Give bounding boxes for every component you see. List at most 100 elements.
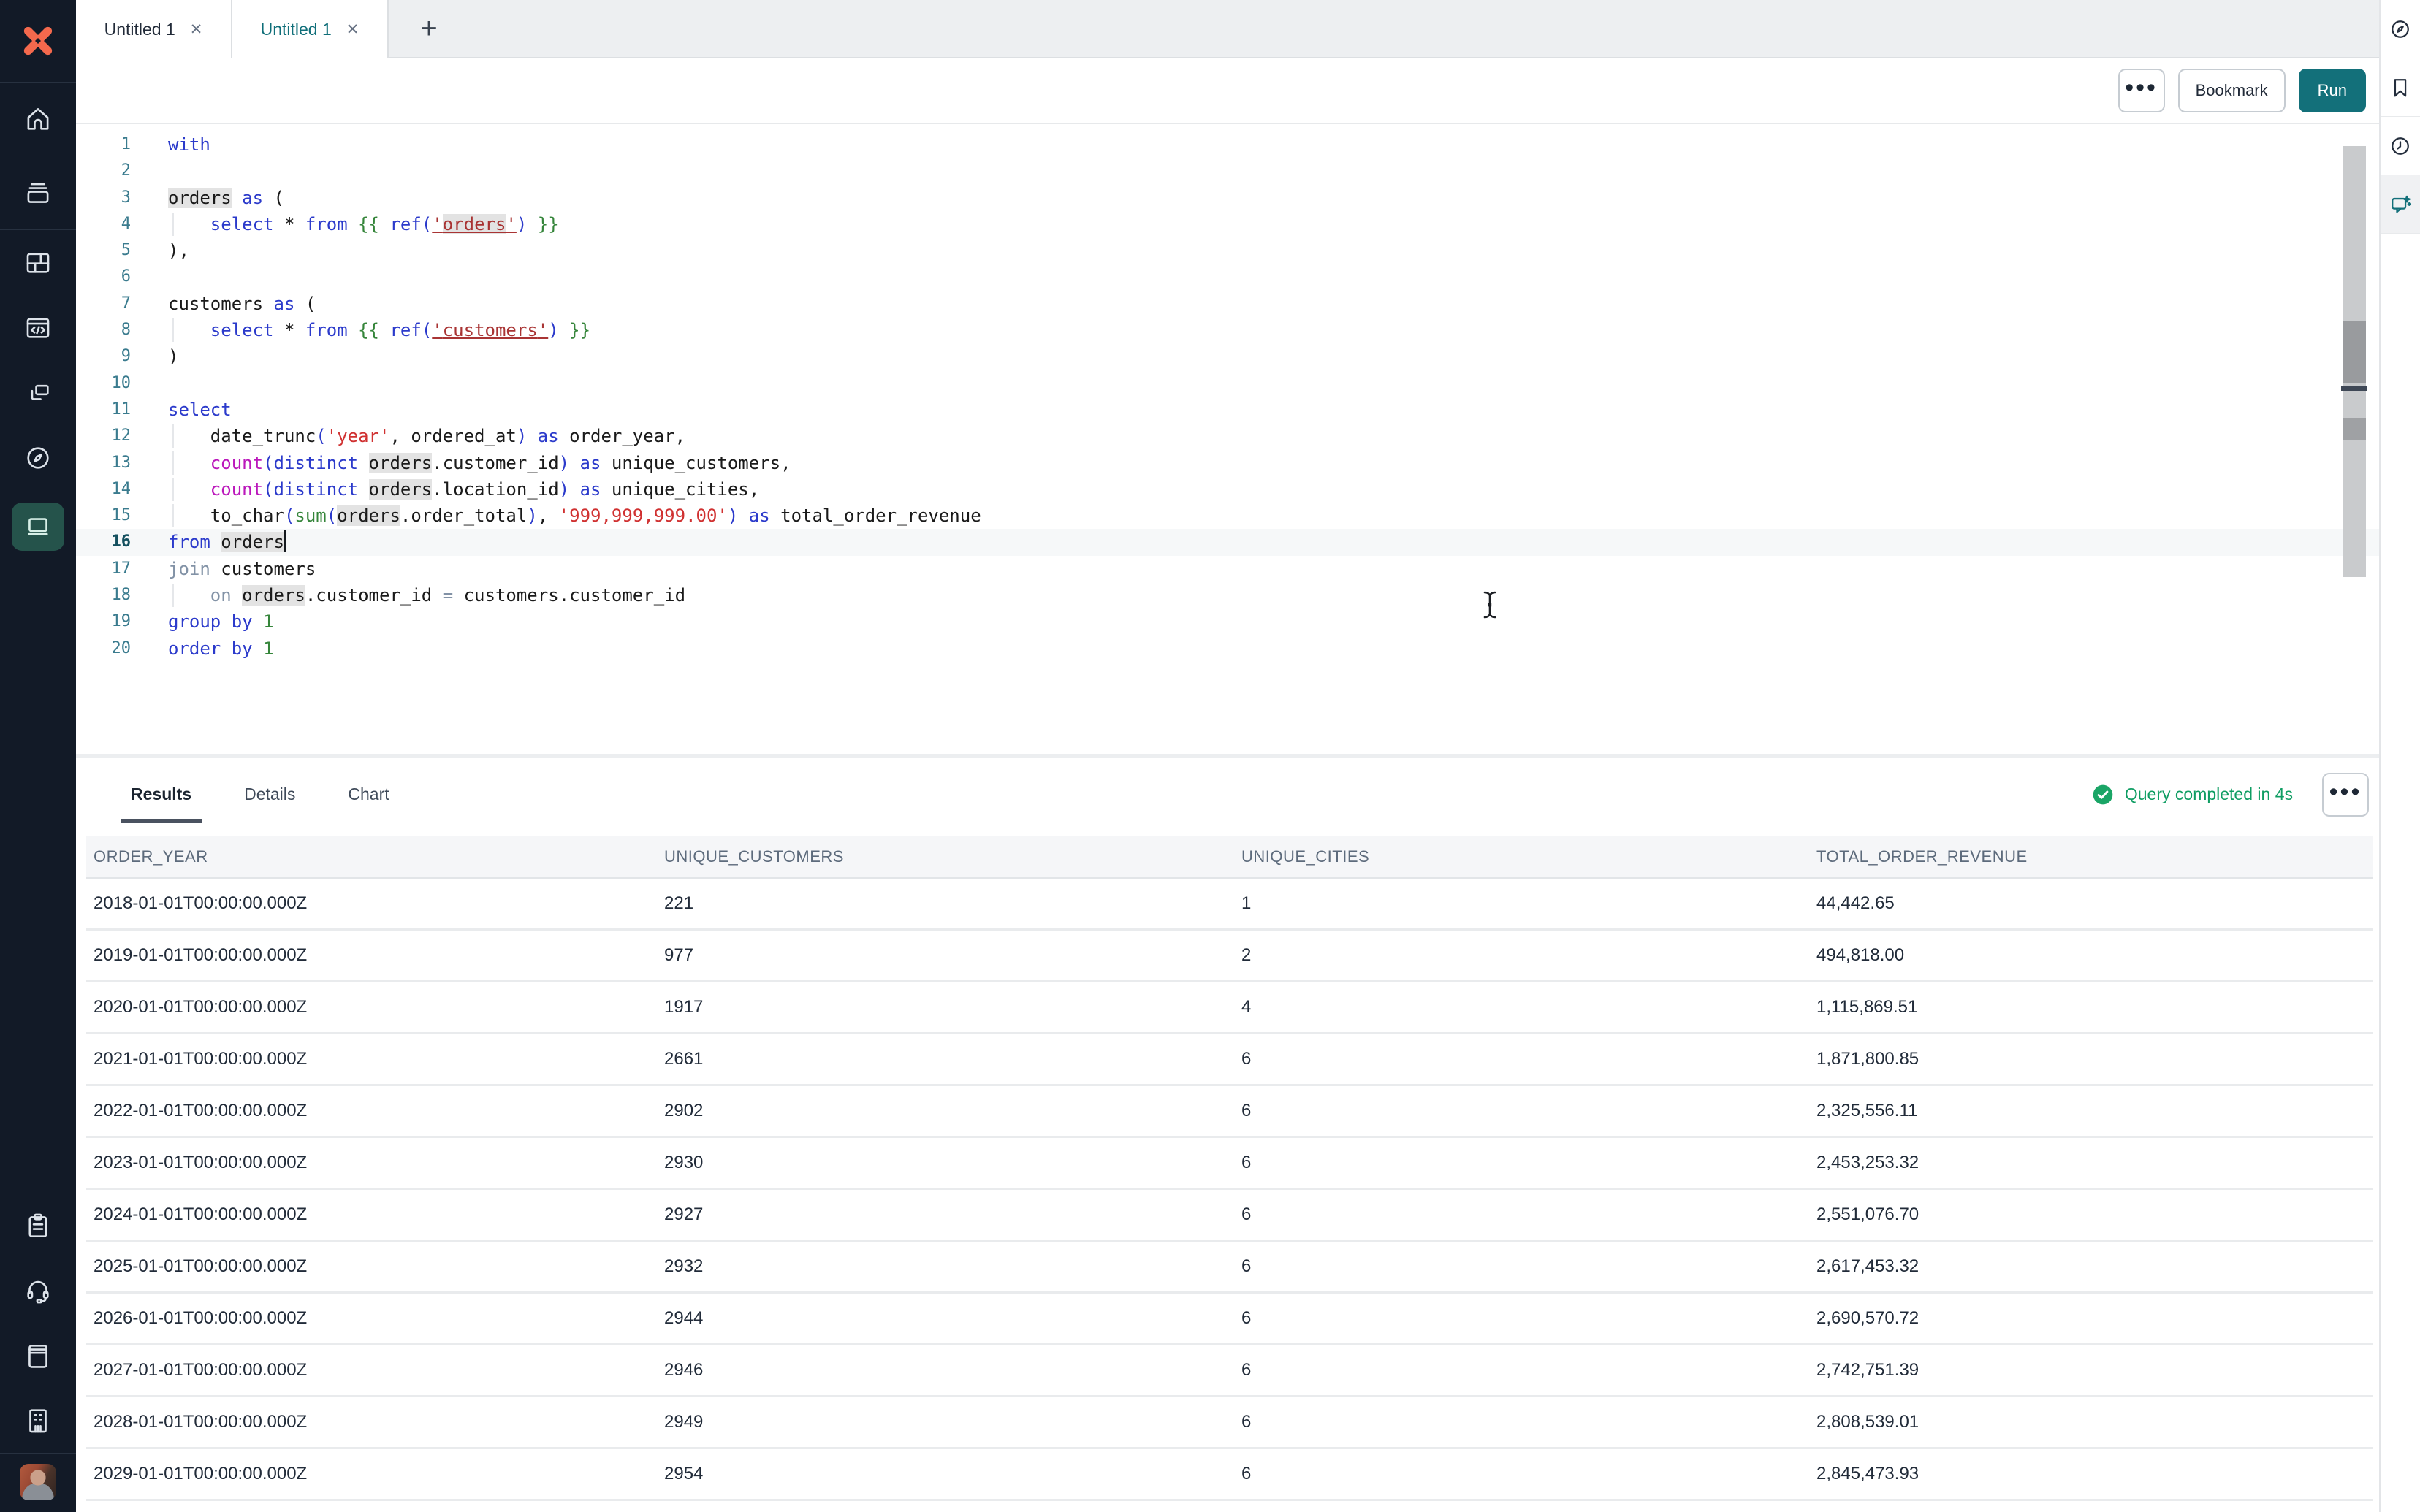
table-cell: 2019-01-01T00:00:00.000Z [86,945,664,966]
code-line[interactable]: 14 count(distinct orders.location_id) as… [76,476,2379,503]
table-cell: 2930 [664,1153,1241,1173]
code-line[interactable]: 19group by 1 [76,608,2379,635]
building-icon [23,1405,53,1436]
sidebar-item-projects[interactable] [0,230,76,295]
sql-editor[interactable]: 1with23orders as (4 select * from {{ ref… [76,126,2379,754]
tab-chart[interactable]: Chart [348,784,389,804]
close-icon[interactable]: ✕ [190,20,203,39]
sidebar-item-code-browser[interactable] [0,295,76,360]
table-row[interactable]: 2029-01-01T00:00:00.000Z295462,845,473.9… [86,1449,2373,1501]
table-cell: 6 [1241,1360,1816,1381]
code-line[interactable]: 5), [76,237,2379,264]
book-icon [23,1340,53,1371]
hex-logo-icon [19,22,57,60]
table-row[interactable]: 2021-01-01T00:00:00.000Z266161,871,800.8… [86,1034,2373,1086]
table-row[interactable]: 2018-01-01T00:00:00.000Z221144,442.65 [86,879,2373,931]
line-content: date_trunc('year', ordered_at) as order_… [168,423,685,449]
user-avatar[interactable] [20,1464,56,1500]
sidebar-item-history[interactable] [2381,117,2420,175]
code-line[interactable]: 20order by 1 [76,635,2379,662]
code-line[interactable]: 3orders as ( [76,185,2379,211]
new-tab-button[interactable]: + [389,0,469,57]
line-number: 15 [76,503,131,529]
code-line[interactable]: 12 date_trunc('year', ordered_at) as ord… [76,423,2379,449]
table-row[interactable]: 2028-01-01T00:00:00.000Z294962,808,539.0… [86,1397,2373,1449]
table-cell: 2,453,253.32 [1816,1153,2370,1173]
column-header[interactable]: UNIQUE_CITIES [1241,847,1816,866]
cursor-position-marker [2341,386,2367,391]
table-cell: 1,871,800.85 [1816,1049,2370,1069]
hex-logo[interactable] [0,0,76,82]
line-number: 13 [76,450,131,476]
ellipsis-icon: ••• [2125,84,2158,91]
table-row[interactable]: 2019-01-01T00:00:00.000Z9772494,818.00 [86,931,2373,982]
code-line[interactable]: 7 customers as ( [76,291,2379,317]
clipboard-icon [23,1210,53,1241]
code-line[interactable]: 18 on orders.customer_id = customers.cus… [76,582,2379,608]
code-line[interactable]: 10 [76,370,2379,397]
table-cell: 2,325,556.11 [1816,1101,2370,1121]
table-row[interactable]: 2030-01-01T00:00:00.000Z287961,841,049.3… [86,1501,2373,1512]
table-row[interactable]: 2027-01-01T00:00:00.000Z294662,742,751.3… [86,1345,2373,1397]
table-row[interactable]: 2022-01-01T00:00:00.000Z290262,325,556.1… [86,1086,2373,1138]
code-line[interactable]: 8 select * from {{ ref('customers') }} [76,317,2379,343]
code-line[interactable]: 13 count(distinct orders.customer_id) as… [76,450,2379,476]
sidebar-item-support[interactable] [0,1258,76,1323]
column-header[interactable]: TOTAL_ORDER_REVENUE [1816,847,2370,866]
line-number: 7 [76,291,131,317]
bookmark-button[interactable]: Bookmark [2178,69,2286,112]
line-content: join customers [168,556,316,582]
line-number: 6 [76,264,131,290]
line-content: group by 1 [168,608,274,635]
table-row[interactable]: 2020-01-01T00:00:00.000Z191741,115,869.5… [86,982,2373,1034]
sidebar-item-home[interactable] [0,83,76,156]
sidebar-item-outline[interactable] [2381,0,2420,58]
line-number: 2 [76,158,131,184]
tab-details[interactable]: Details [244,784,295,804]
line-number: 12 [76,423,131,449]
code-line[interactable]: 4 select * from {{ ref('orders') }} [76,211,2379,237]
sidebar-item-ai-assistant[interactable] [2381,175,2420,234]
table-cell: 2944 [664,1308,1241,1329]
scrollbar-thumb[interactable] [2343,321,2366,383]
sidebar-item-collections[interactable] [0,156,76,229]
table-row[interactable]: 2025-01-01T00:00:00.000Z293262,617,453.3… [86,1242,2373,1294]
table-cell: 2029-01-01T00:00:00.000Z [86,1464,664,1484]
table-cell: 2,690,570.72 [1816,1308,2370,1329]
code-line[interactable]: 2 [76,158,2379,184]
sidebar-item-explore[interactable] [0,425,76,490]
sidebar-item-organization[interactable] [0,1388,76,1453]
sidebar-item-bookmarks[interactable] [2381,58,2420,117]
column-header[interactable]: UNIQUE_CUSTOMERS [664,847,1241,866]
tab-untitled-2[interactable]: Untitled 1 ✕ [232,0,389,58]
table-row[interactable]: 2024-01-01T00:00:00.000Z292762,551,076.7… [86,1190,2373,1242]
code-line[interactable]: 9) [76,343,2379,370]
close-icon[interactable]: ✕ [346,20,359,39]
sidebar-item-notebook-active[interactable] [0,490,76,563]
code-line[interactable]: 17join customers [76,556,2379,582]
line-number: 4 [76,211,131,237]
tab-untitled-1[interactable]: Untitled 1 ✕ [76,0,232,58]
code-line[interactable]: 11select [76,397,2379,423]
more-options-button[interactable]: ••• [2118,69,2165,112]
code-line[interactable]: 15 to_char(sum(orders.order_total), '999… [76,503,2379,529]
table-row[interactable]: 2023-01-01T00:00:00.000Z293062,453,253.3… [86,1138,2373,1190]
line-content: select [168,397,232,423]
sidebar-item-changelog[interactable] [0,1193,76,1258]
table-row[interactable]: 2026-01-01T00:00:00.000Z294462,690,570.7… [86,1294,2373,1345]
code-line[interactable]: 16from orders [76,529,2379,555]
run-button[interactable]: Run [2299,69,2366,112]
line-content: customers as ( [168,291,316,317]
sidebar-item-apps[interactable] [0,360,76,425]
line-content: orders as ( [168,185,284,211]
table-cell: 221 [664,893,1241,914]
table-cell: 2024-01-01T00:00:00.000Z [86,1204,664,1225]
code-line[interactable]: 1with [76,131,2379,158]
sidebar-item-docs[interactable] [0,1323,76,1388]
editor-scrollbar[interactable] [2343,146,2366,577]
code-line[interactable]: 6 [76,264,2379,290]
tab-results[interactable]: Results [131,784,191,804]
table-cell: 2954 [664,1464,1241,1484]
column-header[interactable]: ORDER_YEAR [86,847,664,866]
results-more-button[interactable]: ••• [2322,773,2369,817]
